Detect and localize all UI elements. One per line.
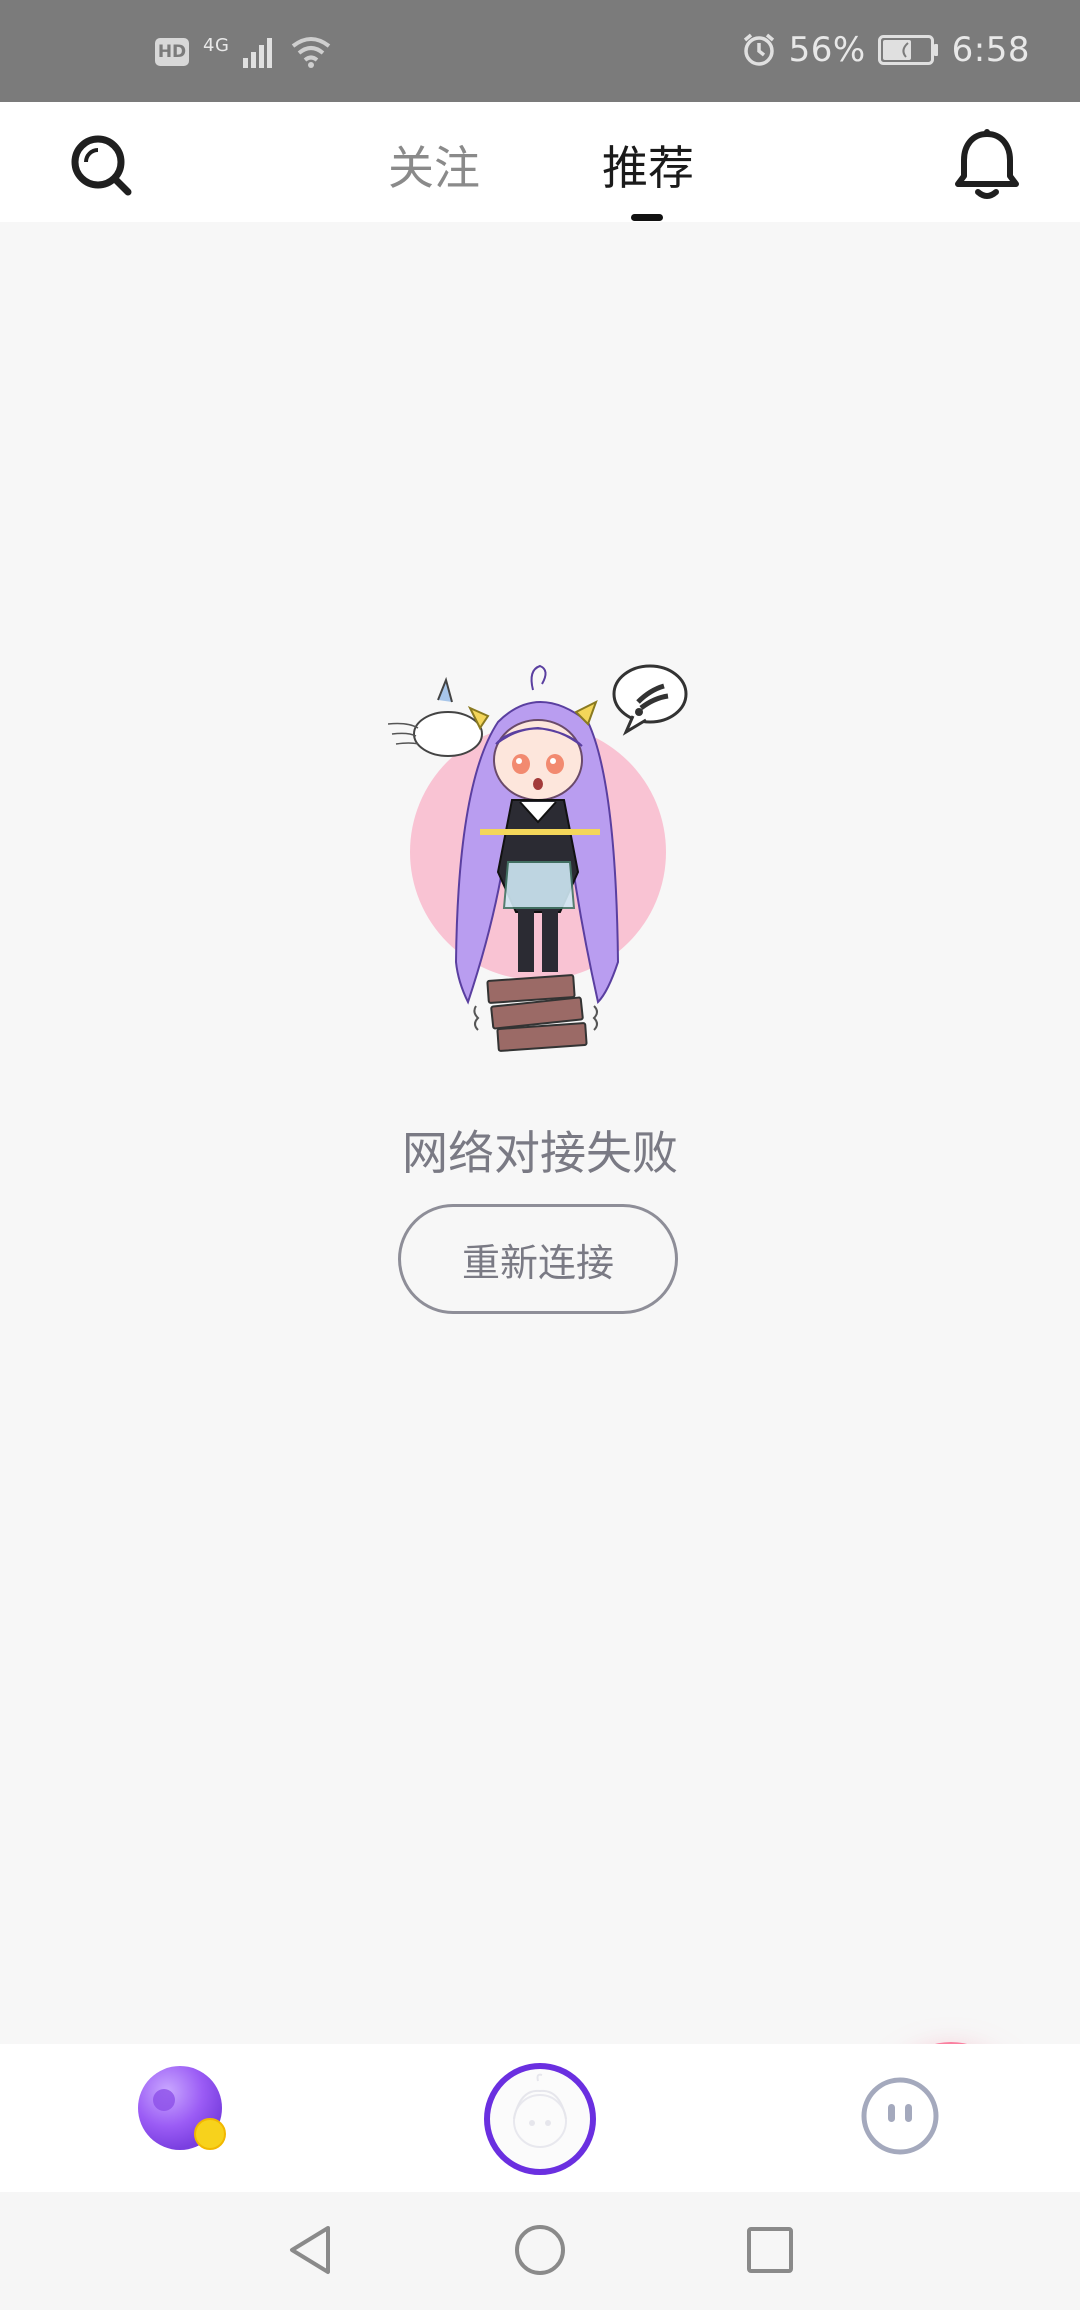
active-tab-indicator: [631, 214, 663, 221]
battery-icon: [877, 35, 938, 65]
bottom-nav: [0, 2044, 1080, 2192]
hd-badge: HD: [155, 38, 189, 66]
status-right: 56% 6:58: [741, 30, 1030, 70]
alarm-icon: [743, 33, 774, 66]
system-nav-bar: [0, 2192, 1080, 2310]
battery-percent: 56%: [788, 30, 866, 70]
avatar-icon: [513, 2073, 567, 2148]
nav-item-avatar[interactable]: [484, 2063, 596, 2175]
status-left: HD 4G: [155, 34, 331, 68]
planet-icon: [138, 2066, 226, 2150]
error-message: 网络对接失败: [402, 1126, 678, 1180]
wifi-icon: [292, 37, 331, 68]
home-icon[interactable]: [510, 2220, 570, 2280]
chat-icon: [861, 2077, 939, 2155]
network-type: 4G: [203, 34, 230, 56]
tab-recommend[interactable]: 推荐: [602, 132, 694, 198]
back-icon[interactable]: [280, 2220, 340, 2280]
recents-icon[interactable]: [740, 2220, 800, 2280]
signal-icon: [243, 38, 273, 68]
reconnect-button[interactable]: 重新连接: [398, 1204, 678, 1314]
tab-follow[interactable]: 关注: [388, 132, 480, 198]
speech-bubble-wifi-icon: [612, 664, 688, 736]
search-button[interactable]: [66, 130, 140, 204]
search-icon: [71, 135, 132, 196]
top-header: 关注 推荐: [0, 102, 1080, 222]
main-content: 网络对接失败 重新连接 发表: [0, 222, 1080, 2176]
notifications-button[interactable]: [950, 126, 1024, 206]
clock: 6:58: [951, 30, 1030, 70]
nav-item-planet[interactable]: [134, 2064, 234, 2164]
bell-icon: [955, 129, 1019, 199]
status-bar: HD 4G 56% 6:58: [0, 0, 1080, 102]
nav-item-chat[interactable]: [858, 2074, 942, 2158]
network-error-illustration: [388, 664, 688, 1052]
